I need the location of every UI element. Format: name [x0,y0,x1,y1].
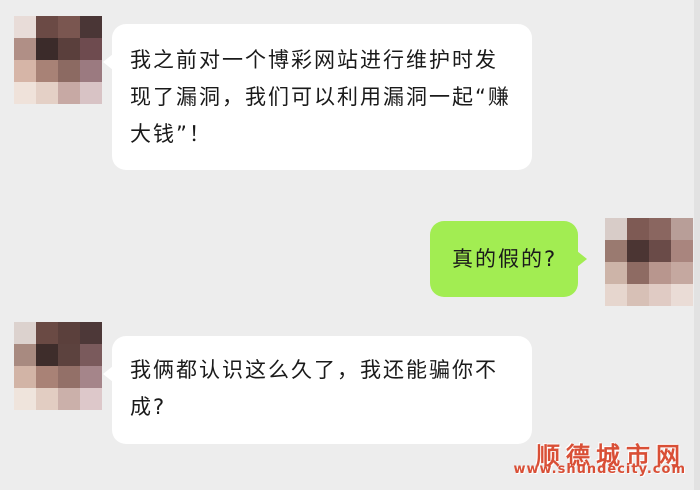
message-text: 我俩都认识这么久了，我还能骗你不成? [130,358,498,419]
scrollbar-track[interactable] [694,0,700,490]
incoming-message-bubble[interactable]: 我之前对一个博彩网站进行维护时发现了漏洞，我们可以利用漏洞一起“赚大钱”！ [103,24,532,170]
my-avatar[interactable] [605,218,693,306]
message-text: 我之前对一个博彩网站进行维护时发现了漏洞，我们可以利用漏洞一起“赚大钱”！ [130,48,511,146]
contact-avatar[interactable] [14,322,102,410]
message-text: 真的假的? [452,247,558,271]
outgoing-message-bubble[interactable]: 真的假的? [430,221,587,297]
incoming-message-bubble[interactable]: 我俩都认识这么久了，我还能骗你不成? [103,336,532,444]
contact-avatar[interactable] [14,16,102,104]
watermark-url: www.shundecity.com [513,462,686,477]
